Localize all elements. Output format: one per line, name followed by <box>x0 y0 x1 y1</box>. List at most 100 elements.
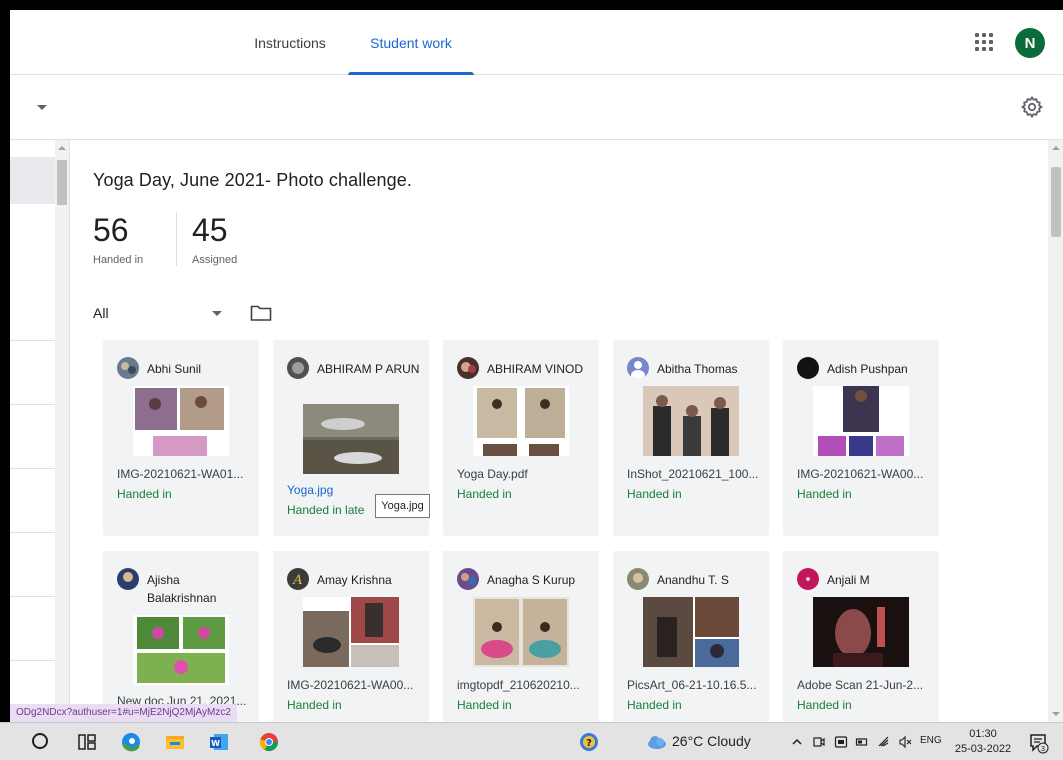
scroll-up-arrow-icon[interactable] <box>1052 146 1060 150</box>
student-card[interactable]: Abhi Sunil IMG-20210621-WA01... Handed i… <box>103 340 259 536</box>
student-avatar <box>457 357 479 379</box>
assigned-stat[interactable]: 45 Assigned <box>176 212 256 266</box>
submission-file-name: imgtopdf_210620210... <box>457 678 580 692</box>
submission-thumbnail <box>473 597 569 667</box>
search-icon[interactable] <box>32 733 48 749</box>
student-card[interactable]: Abitha Thomas InShot_20210621_100... Han… <box>613 340 769 536</box>
student-avatar <box>117 568 139 590</box>
submission-status: Handed in <box>117 487 172 501</box>
student-card[interactable]: ABHIRAM VINOD Yoga Day.pdf Handed in <box>443 340 599 536</box>
submission-file-name: IMG-20210621-WA00... <box>797 467 924 481</box>
student-card[interactable]: Anjali M Adobe Scan 21-Jun-2... Handed i… <box>783 551 939 722</box>
task-view-icon[interactable] <box>76 731 98 753</box>
student-name: Adish Pushpan <box>827 362 908 376</box>
main-scrollbar-thumb[interactable] <box>1051 167 1061 237</box>
windows-taskbar: W ? 26°C Cloudy ENG 01:30 25-03-2022 3 <box>0 722 1063 760</box>
scroll-up-arrow-icon[interactable] <box>58 146 66 150</box>
notification-count: 3 <box>1041 745 1045 753</box>
student-avatar <box>797 568 819 590</box>
sort-dropdown-caret-icon[interactable] <box>37 105 47 110</box>
submission-status: Handed in <box>627 487 682 501</box>
tab-student-work[interactable]: Student work <box>348 10 474 75</box>
svg-text:?: ? <box>586 738 592 749</box>
student-name: Ajisha Balakrishnan <box>147 573 217 605</box>
student-avatar <box>117 357 139 379</box>
submission-thumbnail <box>813 386 909 456</box>
account-avatar[interactable]: N <box>1015 28 1045 58</box>
submission-thumbnail <box>473 386 569 456</box>
chevron-up-icon[interactable] <box>790 735 804 749</box>
student-card[interactable]: Adish Pushpan IMG-20210621-WA00... Hande… <box>783 340 939 536</box>
svg-text:A: A <box>292 573 302 588</box>
submission-thumbnail <box>813 597 909 667</box>
student-list-divider <box>10 532 55 533</box>
svg-text:W: W <box>211 739 220 748</box>
student-list-divider <box>10 340 55 341</box>
student-card[interactable]: Ajisha Balakrishnan New doc Jun 21, 2021… <box>103 551 259 722</box>
cloudy-weather-icon[interactable] <box>647 734 667 750</box>
assignment-title: Yoga Day, June 2021- Photo challenge. <box>93 170 412 190</box>
scroll-down-arrow-icon[interactable] <box>1052 712 1060 716</box>
battery-icon[interactable] <box>855 735 869 749</box>
submission-file-name: PicsArt_06-21-10.16.5... <box>627 678 757 692</box>
submission-thumbnail <box>133 615 229 685</box>
toolbar <box>10 75 1063 140</box>
google-apps-icon[interactable] <box>972 30 996 54</box>
student-name: ABHIRAM VINOD <box>487 362 584 376</box>
student-name: Abitha Thomas <box>657 362 738 376</box>
file-explorer-icon[interactable] <box>164 731 186 753</box>
student-avatar <box>287 357 309 379</box>
submission-status: Handed in <box>797 487 852 501</box>
tab-instructions[interactable]: Instructions <box>235 10 345 75</box>
submission-thumbnail <box>643 386 739 456</box>
student-list-divider <box>10 660 55 661</box>
link-status-url: ODg2NDcx?authuser=1#u=MjE2NjQ2MjAyMzc2 <box>10 704 237 722</box>
submission-file-name: Adobe Scan 21-Jun-2... <box>797 678 924 692</box>
handed-in-count: 56 <box>93 212 129 248</box>
wifi-icon[interactable] <box>877 735 891 749</box>
settings-gear-icon[interactable] <box>1020 95 1044 119</box>
handed-in-label: Handed in <box>93 254 144 266</box>
edge-browser-icon[interactable] <box>120 731 142 753</box>
clock-time: 01:30 <box>969 728 997 740</box>
student-avatar <box>457 568 479 590</box>
chevron-down-icon[interactable] <box>212 311 222 316</box>
handed-in-stat[interactable]: 56 Handed in <box>93 212 163 266</box>
volume-muted-icon[interactable] <box>898 735 912 749</box>
submission-thumbnail <box>643 597 739 667</box>
assigned-label: Assigned <box>192 254 238 266</box>
submission-thumbnail <box>133 386 229 456</box>
meet-now-icon[interactable] <box>812 735 826 749</box>
chrome-icon[interactable] <box>258 731 280 753</box>
submission-file-name: InShot_20210621_100... <box>627 467 759 481</box>
student-name: ABHIRAM P ARUN <box>317 362 420 376</box>
student-name: Amay Krishna <box>317 573 392 587</box>
help-icon[interactable]: ? <box>578 731 600 753</box>
submission-status: Handed in <box>287 698 342 712</box>
student-work-panel: Yoga Day, June 2021- Photo challenge. 56… <box>70 140 1048 722</box>
submission-status: Handed in late <box>287 503 365 517</box>
file-name-tooltip: Yoga.jpg <box>375 494 430 518</box>
submission-file-name: IMG-20210621-WA01... <box>117 467 244 481</box>
student-list-item-selected[interactable] <box>10 157 55 204</box>
folder-icon[interactable] <box>250 304 272 322</box>
left-scrollbar[interactable] <box>55 140 69 722</box>
assigned-count: 45 <box>192 212 228 248</box>
student-name: Abhi Sunil <box>147 362 202 376</box>
left-scrollbar-thumb[interactable] <box>57 160 67 205</box>
app-tray-icon[interactable] <box>834 735 848 749</box>
word-icon[interactable]: W <box>208 731 230 753</box>
student-name: Anjali M <box>827 573 870 587</box>
notification-center-icon[interactable]: 3 <box>1028 732 1050 754</box>
language-indicator[interactable]: ENG <box>920 735 942 746</box>
student-card[interactable]: Anandhu T. S PicsArt_06-21-10.16.5... Ha… <box>613 551 769 722</box>
submission-file-name: Yoga Day.pdf <box>457 467 528 481</box>
taskbar-clock[interactable]: 01:30 25-03-2022 <box>950 727 1016 757</box>
status-filter-dropdown[interactable]: All <box>93 305 109 321</box>
student-card[interactable]: Anagha S Kurup imgtopdf_210620210... Han… <box>443 551 599 722</box>
submission-status: Handed in <box>457 487 512 501</box>
submission-status: Handed in <box>797 698 852 712</box>
student-card[interactable]: A Amay Krishna IMG-20210621-WA00... Hand… <box>273 551 429 722</box>
student-avatar <box>627 357 649 379</box>
weather-text[interactable]: 26°C Cloudy <box>672 733 751 749</box>
